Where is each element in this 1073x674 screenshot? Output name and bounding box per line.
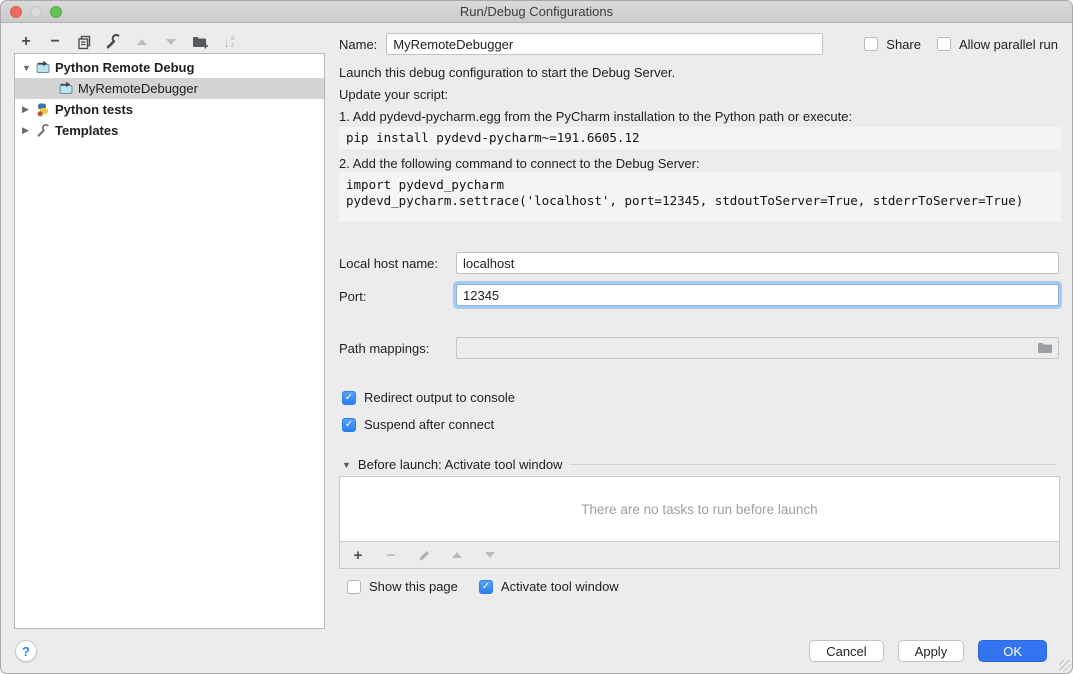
tree-item-label: Python tests — [55, 102, 133, 117]
apply-button[interactable]: Apply — [898, 640, 965, 662]
instruction-line-1: Launch this debug configuration to start… — [339, 65, 675, 80]
move-task-down-icon — [481, 546, 499, 564]
ok-button[interactable]: OK — [978, 640, 1047, 662]
collapsed-arrow-icon[interactable]: ▶ — [22, 125, 36, 136]
cancel-button[interactable]: Cancel — [809, 640, 883, 662]
section-separator — [570, 464, 1056, 465]
sort-configurations-icon: ↓ az — [220, 33, 238, 51]
traffic-lights — [10, 6, 62, 18]
help-icon: ? — [22, 644, 30, 659]
instruction-step-1: 1. Add pydevd-pycharm.egg from the PyCha… — [339, 109, 852, 124]
instruction-step-2: 2. Add the following command to connect … — [339, 156, 700, 171]
move-up-icon — [133, 33, 151, 51]
local-host-name-label: Local host name: — [339, 256, 438, 271]
task-list-toolbar: + − — [339, 542, 1060, 569]
run-debug-configurations-dialog: Run/Debug Configurations + − ↓ az ▼ Pyth… — [0, 0, 1073, 674]
before-launch-header[interactable]: ▼ Before launch: Activate tool window — [342, 457, 1056, 472]
empty-task-list-text: There are no tasks to run before launch — [581, 502, 817, 517]
allow-parallel-option: Allow parallel run — [937, 37, 1058, 52]
suspend-after-connect-option: Suspend after connect — [342, 417, 494, 432]
tree-item-python-tests[interactable]: ▶ Python tests — [15, 99, 324, 120]
name-row: Name: Share Allow parallel run — [339, 32, 1058, 56]
titlebar[interactable]: Run/Debug Configurations — [1, 1, 1072, 23]
resize-grip[interactable] — [1059, 660, 1071, 672]
collapsed-arrow-icon[interactable]: ▶ — [22, 104, 36, 115]
suspend-after-connect-checkbox[interactable] — [342, 418, 356, 432]
path-mappings-field[interactable] — [456, 337, 1059, 359]
dialog-buttons: Cancel Apply OK — [809, 640, 1047, 662]
configurations-tree: ▼ Python Remote Debug MyRemoteDebugger ▶… — [14, 53, 325, 629]
remote-debug-icon — [59, 82, 74, 95]
name-input[interactable] — [386, 33, 823, 55]
add-configuration-button[interactable]: + — [17, 33, 35, 51]
edit-task-pencil-icon — [415, 546, 433, 564]
add-task-button[interactable]: + — [349, 546, 367, 564]
edit-templates-wrench-icon[interactable] — [104, 33, 122, 51]
templates-wrench-icon — [36, 124, 51, 137]
remote-debug-icon — [36, 61, 51, 74]
close-window-button[interactable] — [10, 6, 22, 18]
share-label: Share — [886, 37, 921, 52]
path-mappings-label: Path mappings: — [339, 341, 429, 356]
port-label: Port: — [339, 289, 366, 304]
redirect-output-checkbox[interactable] — [342, 391, 356, 405]
tree-item-templates[interactable]: ▶ Templates — [15, 120, 324, 141]
remove-configuration-button[interactable]: − — [46, 33, 64, 51]
configurations-toolbar: + − ↓ az — [17, 32, 238, 52]
tree-item-label: Python Remote Debug — [55, 60, 194, 75]
page-options-row: Show this page Activate tool window — [347, 579, 619, 594]
before-launch-task-list[interactable]: There are no tasks to run before launch — [339, 476, 1060, 542]
help-button[interactable]: ? — [15, 640, 37, 662]
code-line-settrace: pydevd_pycharm.settrace('localhost', por… — [346, 193, 1054, 209]
redirect-output-option: Redirect output to console — [342, 390, 515, 405]
show-this-page-label: Show this page — [369, 579, 458, 594]
new-folder-icon[interactable] — [191, 33, 209, 51]
allow-parallel-run-checkbox[interactable] — [937, 37, 951, 51]
tree-item-python-remote-debug[interactable]: ▼ Python Remote Debug — [15, 57, 324, 78]
zoom-window-button[interactable] — [50, 6, 62, 18]
share-checkbox[interactable] — [864, 37, 878, 51]
suspend-after-connect-label: Suspend after connect — [364, 417, 494, 432]
settrace-code-block: import pydevd_pycharm pydevd_pycharm.set… — [339, 172, 1061, 222]
show-this-page-checkbox[interactable] — [347, 580, 361, 594]
move-task-up-icon — [448, 546, 466, 564]
copy-configuration-icon[interactable] — [75, 33, 93, 51]
name-label: Name: — [339, 37, 377, 52]
redirect-output-label: Redirect output to console — [364, 390, 515, 405]
before-launch-title: Before launch: Activate tool window — [358, 457, 563, 472]
tree-item-label: Templates — [55, 123, 118, 138]
activate-tool-window-label: Activate tool window — [501, 579, 619, 594]
allow-parallel-run-label: Allow parallel run — [959, 37, 1058, 52]
local-host-name-input[interactable] — [456, 252, 1059, 274]
tree-item-myremotedebugger[interactable]: MyRemoteDebugger — [15, 78, 324, 99]
remove-task-button: − — [382, 546, 400, 564]
move-down-icon — [162, 33, 180, 51]
expanded-arrow-icon[interactable]: ▼ — [22, 63, 36, 73]
section-collapse-arrow-icon[interactable]: ▼ — [342, 460, 351, 470]
python-tests-icon — [36, 103, 51, 116]
tree-item-label: MyRemoteDebugger — [78, 81, 198, 96]
instruction-line-2: Update your script: — [339, 87, 448, 102]
activate-tool-window-checkbox[interactable] — [479, 580, 493, 594]
minimize-window-button[interactable] — [30, 6, 42, 18]
window-title: Run/Debug Configurations — [1, 1, 1072, 22]
browse-folder-icon[interactable] — [1037, 341, 1053, 357]
pip-command-code: pip install pydevd-pycharm~=191.6605.12 — [339, 127, 1061, 149]
share-option: Share — [864, 37, 921, 52]
port-input[interactable] — [456, 284, 1059, 306]
code-line-import: import pydevd_pycharm — [346, 177, 1054, 193]
